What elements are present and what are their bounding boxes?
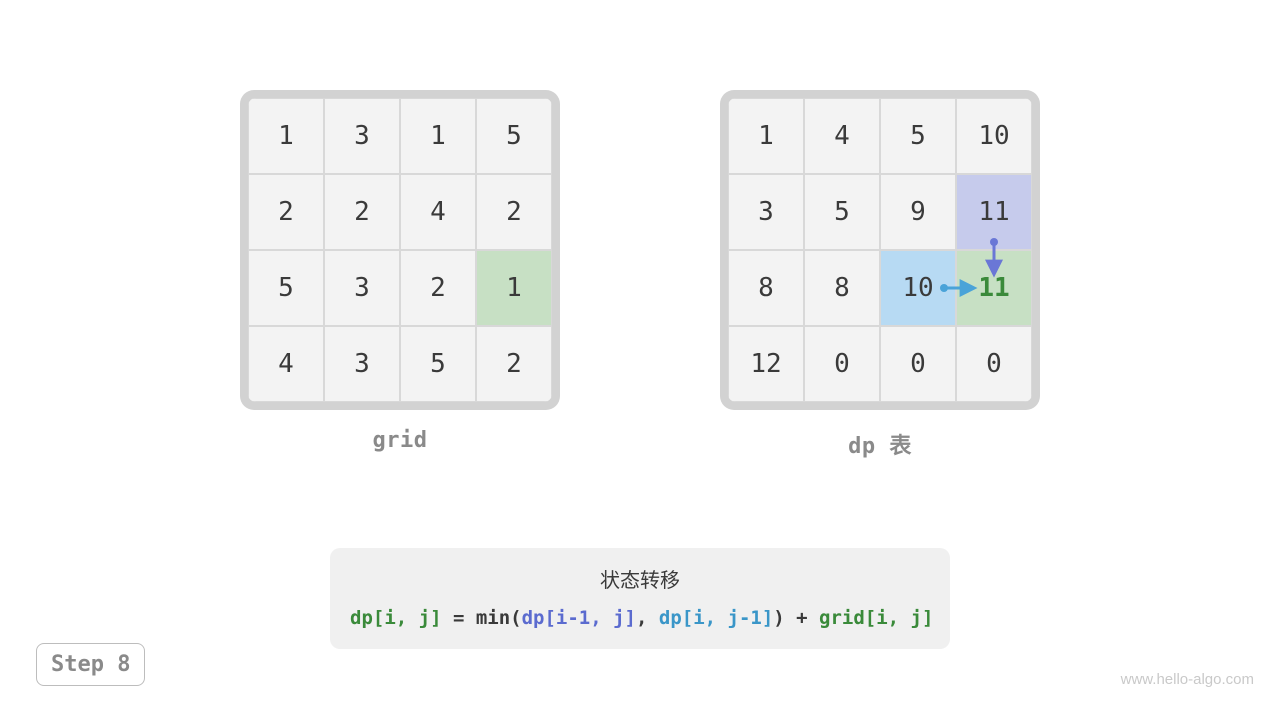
grid-table-cell-r2-c3: 1 [476, 250, 552, 326]
grid-table-cell-r0-c0: 1 [248, 98, 324, 174]
grid-table-cell-r3-c2: 5 [400, 326, 476, 402]
dp-table-cell-r3-c3: 0 [956, 326, 1032, 402]
formula-lhs: dp[i, j] [350, 607, 442, 629]
dp-table-cell-r2-c0: 8 [728, 250, 804, 326]
formula-b: dp[i, j-1] [659, 607, 773, 629]
grid-table-cell-r1-c2: 4 [400, 174, 476, 250]
grid-table-cell-r0-c3: 5 [476, 98, 552, 174]
watermark: www.hello-algo.com [1121, 671, 1254, 688]
dp-table-cell-r3-c0: 12 [728, 326, 804, 402]
grid-table-cell-r3-c1: 3 [324, 326, 400, 402]
formula-eq: = min( [442, 607, 522, 629]
grid-table-cell-r2-c0: 5 [248, 250, 324, 326]
dp-table-cell-r2-c2: 10 [880, 250, 956, 326]
grid-table-wrap: 1315224253214352 grid [240, 90, 560, 460]
dp-table-wrap: 145103591188101112000 dp 表 [720, 90, 1040, 460]
formula-title: 状态转移 [350, 564, 930, 593]
step-badge: Step 8 [36, 643, 145, 686]
grid-table-cell-r2-c1: 3 [324, 250, 400, 326]
grid-table-cell-r1-c3: 2 [476, 174, 552, 250]
formula-code: dp[i, j] = min(dp[i-1, j], dp[i, j-1]) +… [350, 607, 930, 629]
grid-table-cell-r3-c0: 4 [248, 326, 324, 402]
dp-table-frame: 145103591188101112000 [720, 90, 1040, 410]
formula-sep: , [636, 607, 659, 629]
grid-table-cell-r0-c2: 1 [400, 98, 476, 174]
grid-table: 1315224253214352 [248, 98, 552, 402]
dp-table-cell-r1-c0: 3 [728, 174, 804, 250]
grid-table-cell-r1-c1: 2 [324, 174, 400, 250]
grid-table-frame: 1315224253214352 [240, 90, 560, 410]
grid-table-cell-r0-c1: 3 [324, 98, 400, 174]
grid-label: grid [373, 428, 428, 453]
dp-table-cell-r2-c3: 11 [956, 250, 1032, 326]
grid-table-cell-r2-c2: 2 [400, 250, 476, 326]
dp-table-cell-r0-c1: 4 [804, 98, 880, 174]
dp-table-cell-r1-c2: 9 [880, 174, 956, 250]
dp-table-cell-r3-c2: 0 [880, 326, 956, 402]
dp-table-cell-r0-c2: 5 [880, 98, 956, 174]
dp-table-cell-r1-c3: 11 [956, 174, 1032, 250]
dp-table-cell-r2-c1: 8 [804, 250, 880, 326]
formula-a: dp[i-1, j] [522, 607, 636, 629]
grid-table-cell-r3-c3: 2 [476, 326, 552, 402]
dp-table-cell-r3-c1: 0 [804, 326, 880, 402]
dp-label: dp 表 [848, 428, 912, 460]
formula-rhs: grid[i, j] [819, 607, 933, 629]
dp-table-cell-r0-c3: 10 [956, 98, 1032, 174]
grid-table-cell-r1-c0: 2 [248, 174, 324, 250]
dp-table: 145103591188101112000 [728, 98, 1032, 402]
dp-table-cell-r0-c0: 1 [728, 98, 804, 174]
formula-box: 状态转移 dp[i, j] = min(dp[i-1, j], dp[i, j-… [330, 548, 950, 649]
dp-table-cell-r1-c1: 5 [804, 174, 880, 250]
formula-mid: ) + [773, 607, 819, 629]
